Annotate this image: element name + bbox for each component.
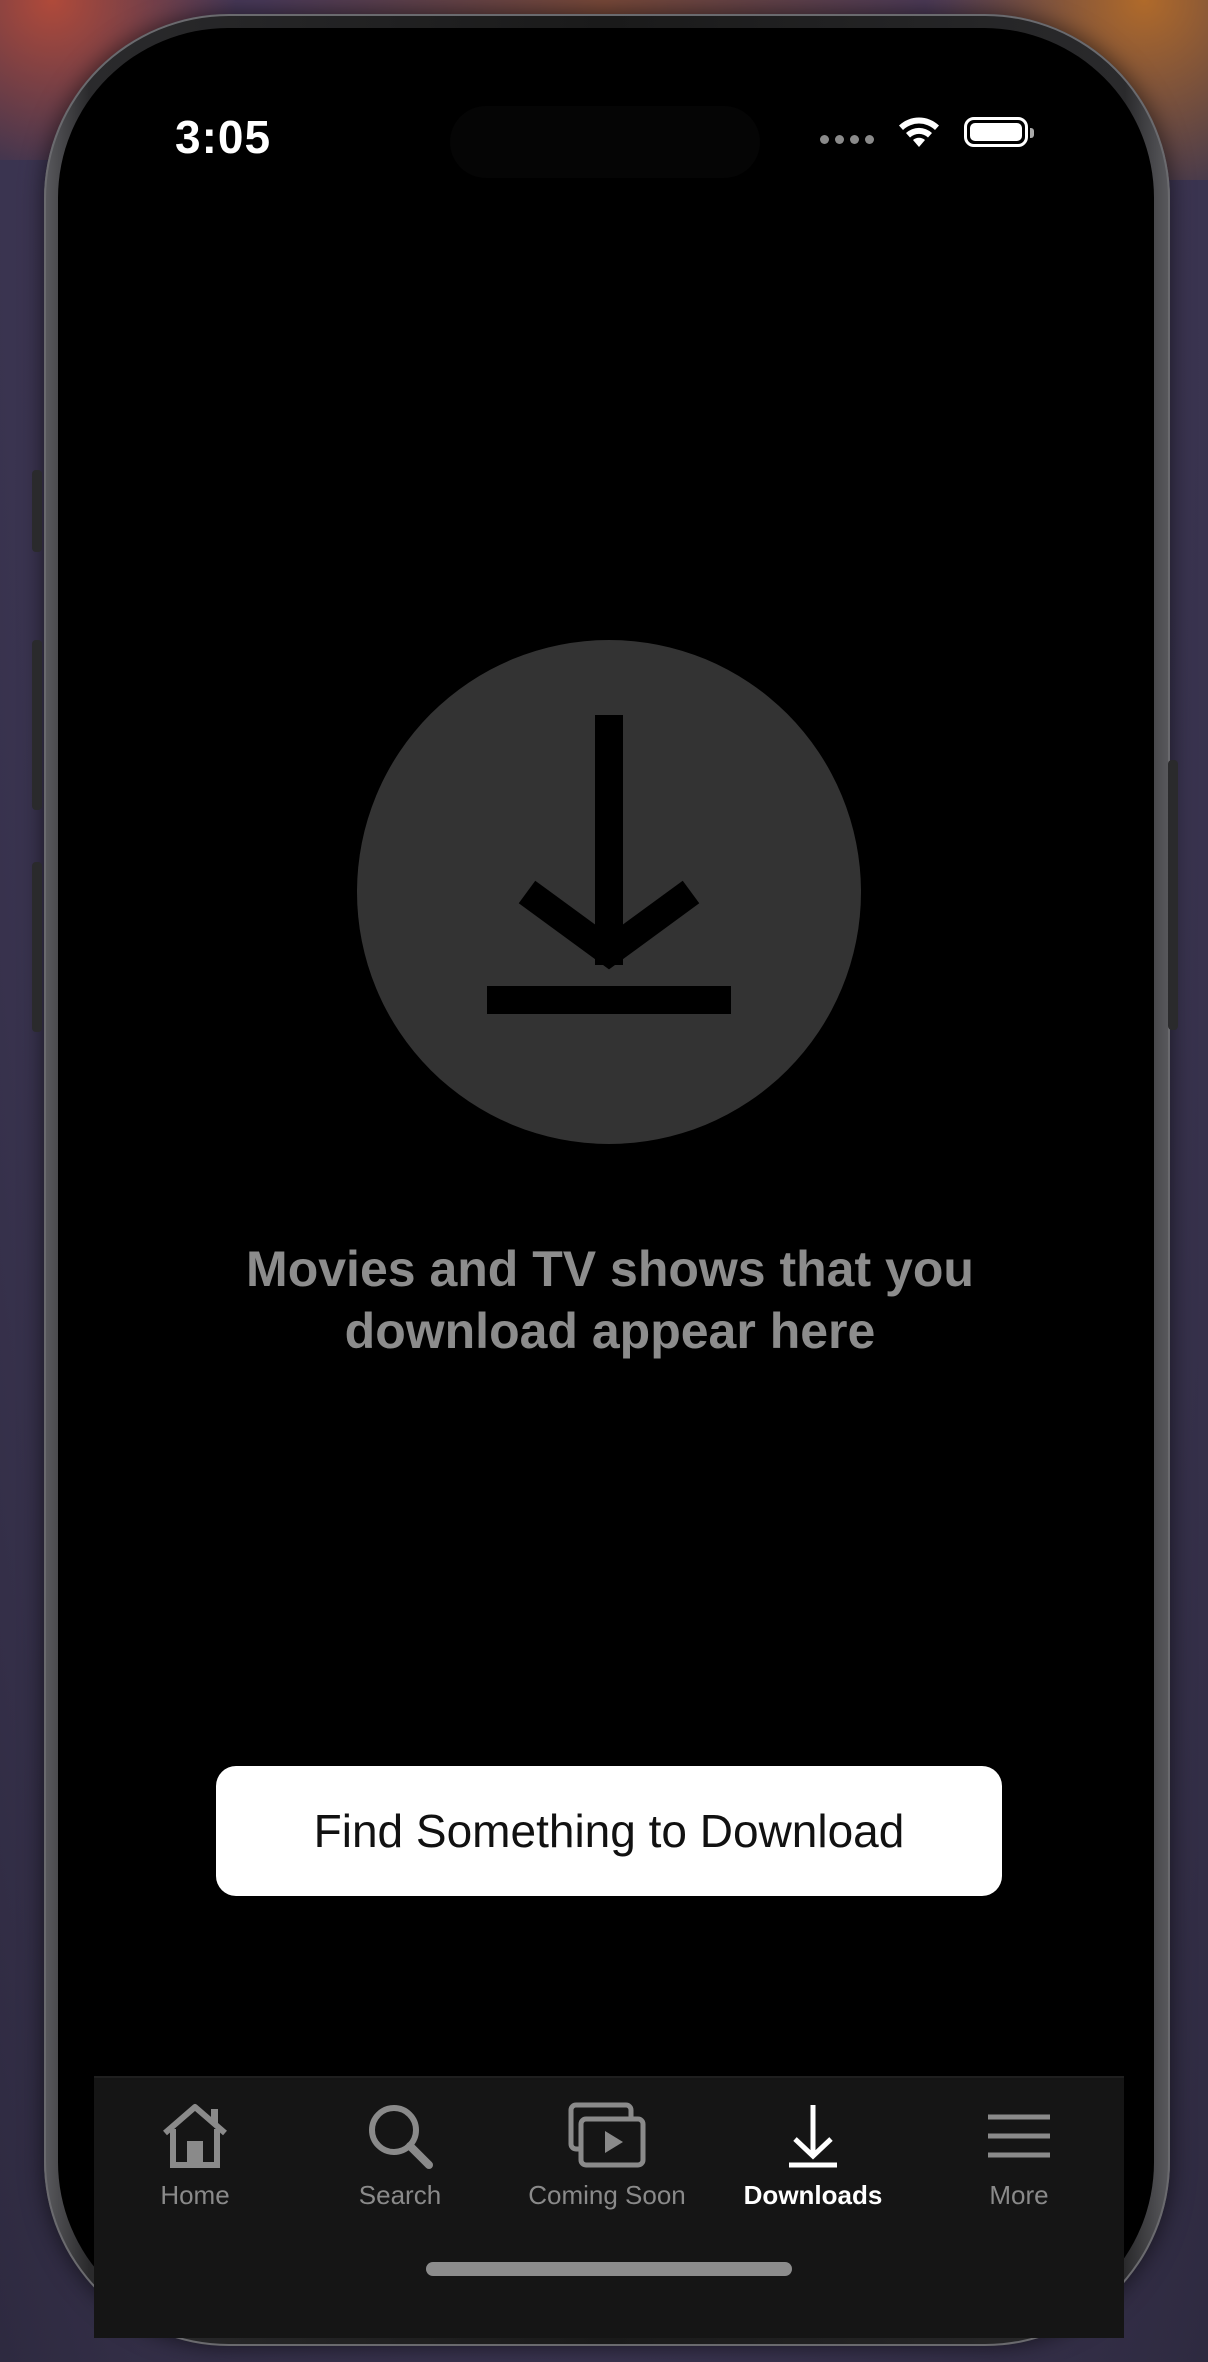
empty-state-message: Movies and TV shows that you download ap… — [246, 1241, 974, 1359]
power-button — [1168, 760, 1178, 1030]
tab-downloads-label: Downloads — [743, 2180, 883, 2210]
tab-coming-soon[interactable]: Coming Soon — [512, 2098, 702, 2228]
tab-coming-soon-label: Coming Soon — [528, 2180, 686, 2210]
action-button — [32, 470, 42, 552]
coming-soon-icon — [568, 2102, 646, 2168]
tab-home-label: Home — [160, 2180, 230, 2210]
empty-state-circle — [357, 640, 861, 1144]
screen — [58, 28, 1154, 2332]
search-icon — [369, 2105, 433, 2169]
volume-down-button — [32, 862, 42, 1032]
tab-search-label: Search — [358, 2180, 442, 2210]
download-icon — [789, 2105, 837, 2168]
menu-icon — [988, 2114, 1050, 2158]
volume-up-button — [32, 640, 42, 810]
home-indicator[interactable] — [426, 2262, 792, 2276]
dynamic-island — [450, 106, 760, 178]
find-something-button[interactable]: Find Something to Download — [216, 1766, 1002, 1896]
tab-home[interactable]: Home — [100, 2098, 290, 2228]
tab-downloads[interactable]: Downloads — [718, 2098, 908, 2228]
status-time: 3:05 — [175, 111, 272, 163]
tab-search[interactable]: Search — [305, 2098, 495, 2228]
battery-icon — [964, 117, 1034, 147]
tab-more[interactable]: More — [924, 2098, 1114, 2228]
tab-bar: Home Search Coming Soon Downloads More — [94, 2076, 1124, 2338]
status-indicators — [820, 112, 1034, 152]
wifi-icon — [899, 117, 939, 147]
download-icon — [487, 715, 731, 1014]
home-icon — [163, 2104, 227, 2168]
tab-more-label: More — [989, 2180, 1049, 2210]
cellular-signal-icon — [820, 112, 874, 152]
